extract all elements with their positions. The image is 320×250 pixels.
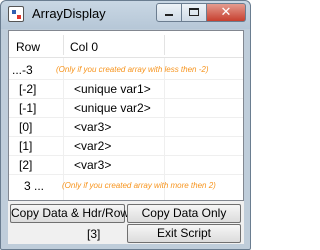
app-icon <box>8 6 24 22</box>
close-icon: ✕ <box>220 4 232 19</box>
table-row[interactable]: 3 ... (Only if you created array with mo… <box>9 177 243 196</box>
table-row[interactable]: [2] <var3> <box>9 156 243 175</box>
table-row[interactable]: [1] <var2> <box>9 137 243 156</box>
minimize-button[interactable] <box>156 3 182 22</box>
row-index-cell: 3 ... <box>24 179 45 193</box>
title-bar[interactable]: ArrayDisplay ✕ <box>1 1 250 29</box>
table-row[interactable]: [-2] <unique var1> <box>9 80 243 99</box>
row-index-cell: [2] <box>19 158 33 172</box>
row-index-cell: [0] <box>19 120 33 134</box>
maximize-button[interactable] <box>182 3 207 22</box>
client-area: Row Col 0 ...-3 (Only if you created arr… <box>8 30 244 244</box>
row-note: (Only if you created array with less the… <box>56 65 209 74</box>
array-display-window: ArrayDisplay ✕ Row Col 0 ...-3 (Only if … <box>0 0 251 250</box>
header-separator[interactable] <box>164 35 165 55</box>
row-value-cell: <var3> <box>74 158 112 172</box>
header-separator[interactable] <box>63 35 64 55</box>
row-note: (Only if you created array with more the… <box>62 181 216 190</box>
row-index-cell: [-1] <box>19 101 37 115</box>
copy-data-hdr-row-button[interactable]: Copy Data & Hdr/Row <box>10 204 129 223</box>
row-divider <box>9 174 243 175</box>
window-title: ArrayDisplay <box>32 6 106 21</box>
minimize-icon <box>165 14 173 16</box>
array-grid[interactable]: Row Col 0 ...-3 (Only if you created arr… <box>8 30 244 201</box>
row-index-cell: ...-3 <box>12 63 33 77</box>
column-header-col0[interactable]: Col 0 <box>70 40 98 54</box>
close-button[interactable]: ✕ <box>207 3 246 22</box>
copy-data-only-button[interactable]: Copy Data Only <box>127 204 241 223</box>
table-row[interactable]: ...-3 (Only if you created array with le… <box>9 61 243 80</box>
array-count-label: [3] <box>87 227 101 241</box>
row-value-cell: <var3> <box>74 120 112 134</box>
grid-header: Row Col 0 <box>9 31 243 58</box>
row-value-cell: <var2> <box>74 139 112 153</box>
table-row[interactable]: [0] <var3> <box>9 118 243 137</box>
exit-script-button[interactable]: Exit Script <box>127 224 241 243</box>
table-row[interactable]: [-1] <unique var2> <box>9 99 243 118</box>
column-header-row[interactable]: Row <box>16 40 40 54</box>
row-value-cell: <unique var1> <box>74 82 151 96</box>
row-value-cell: <unique var2> <box>74 101 151 115</box>
row-index-cell: [-2] <box>19 82 37 96</box>
row-index-cell: [1] <box>19 139 33 153</box>
maximize-icon <box>189 8 199 16</box>
